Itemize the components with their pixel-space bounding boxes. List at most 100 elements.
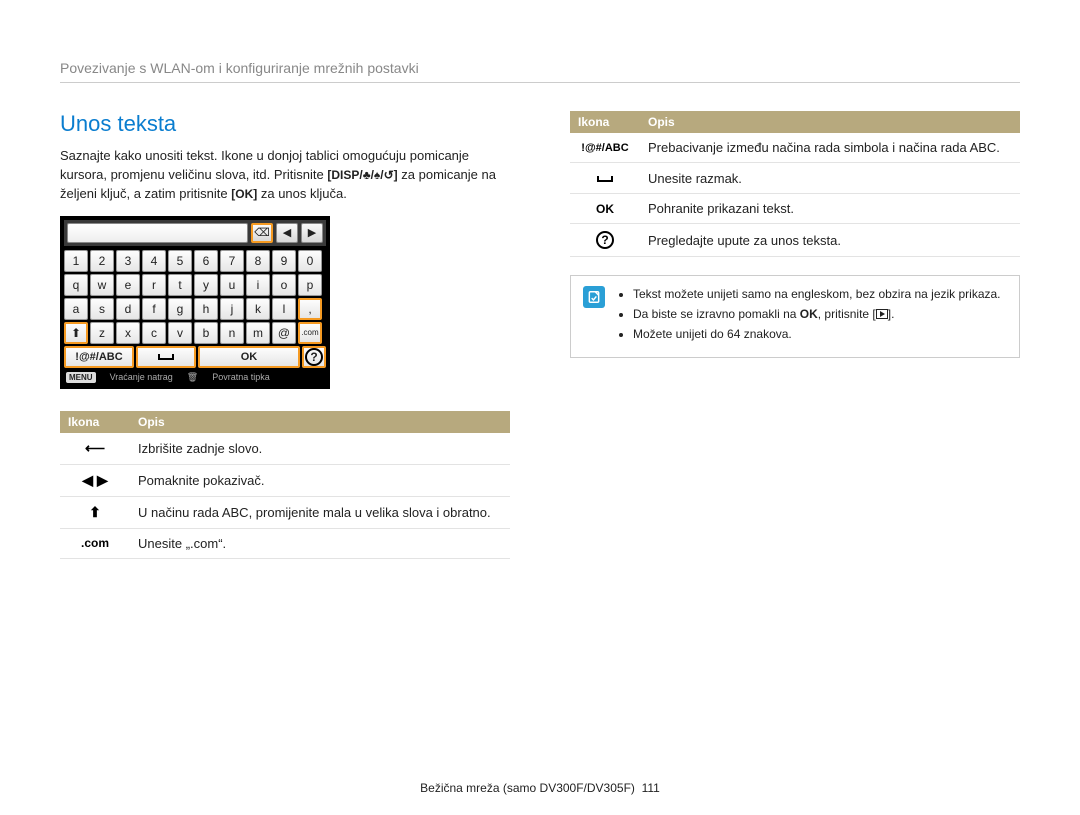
key[interactable]: 1 xyxy=(64,250,88,272)
keyboard-bottom-row: !@#/ABC OK ? xyxy=(64,346,326,368)
key[interactable]: g xyxy=(168,298,192,320)
desc-cell: Pohranite prikazani tekst. xyxy=(640,194,1020,224)
key[interactable]: 4 xyxy=(142,250,166,272)
table-row: ? Pregledajte upute za unos teksta. xyxy=(570,224,1020,257)
shift-arrow-icon: ⬆ xyxy=(60,496,130,528)
trash-icon xyxy=(187,372,198,383)
key[interactable]: q xyxy=(64,274,88,296)
key[interactable]: n xyxy=(220,322,244,344)
table-row: !@#/ABC Prebacivanje između načina rada … xyxy=(570,133,1020,163)
key[interactable]: 7 xyxy=(220,250,244,272)
intro-text: Saznajte kako unositi tekst. Ikone u don… xyxy=(60,147,510,204)
key[interactable]: k xyxy=(246,298,270,320)
note-text: Da biste se izravno pomakli na xyxy=(633,307,800,321)
footer-back-label: Vraćanje natrag xyxy=(110,372,173,382)
space-key[interactable] xyxy=(136,346,196,368)
key[interactable]: d xyxy=(116,298,140,320)
play-icon xyxy=(876,309,888,319)
right-column: Ikona Opis !@#/ABC Prebacivanje između n… xyxy=(570,111,1020,569)
key[interactable]: , xyxy=(298,298,322,320)
ok-key[interactable]: OK xyxy=(198,346,300,368)
key[interactable]: a xyxy=(64,298,88,320)
key[interactable]: e xyxy=(116,274,140,296)
note-icon xyxy=(583,286,605,308)
col-desc-header: Opis xyxy=(640,111,1020,133)
key[interactable]: 9 xyxy=(272,250,296,272)
icon-table-right: Ikona Opis !@#/ABC Prebacivanje između n… xyxy=(570,111,1020,257)
key[interactable]: @ xyxy=(272,322,296,344)
mode-toggle-icon: !@#/ABC xyxy=(570,133,640,163)
page-footer: Bežična mreža (samo DV300F/DV305F) 111 xyxy=(0,781,1080,795)
cursor-left-icon[interactable]: ◀ xyxy=(276,223,298,243)
ok-text-icon: OK xyxy=(570,194,640,224)
key[interactable]: w xyxy=(90,274,114,296)
note-bold: OK xyxy=(800,307,818,321)
key[interactable]: 5 xyxy=(168,250,192,272)
help-circle-icon: ? xyxy=(570,224,640,257)
note-item: Da biste se izravno pomakli na OK, priti… xyxy=(633,306,1001,322)
mode-toggle-key[interactable]: !@#/ABC xyxy=(64,346,134,368)
desc-cell: U načinu rada ABC, promijenite mala u ve… xyxy=(130,496,510,528)
desc-cell: Izbrišite zadnje slovo. xyxy=(130,433,510,465)
key[interactable]: u xyxy=(220,274,244,296)
dotcom-icon: .com xyxy=(60,528,130,558)
key[interactable]: m xyxy=(246,322,270,344)
ok-key-icon: [OK] xyxy=(231,186,257,203)
table-row: ⬆ U načinu rada ABC, promijenite mala u … xyxy=(60,496,510,528)
key[interactable]: p xyxy=(298,274,322,296)
key[interactable]: j xyxy=(220,298,244,320)
desc-cell: Prebacivanje između načina rada simbola … xyxy=(640,133,1020,163)
key[interactable]: r xyxy=(142,274,166,296)
key[interactable]: y xyxy=(194,274,218,296)
left-column: Unos teksta Saznajte kako unositi tekst.… xyxy=(60,111,510,569)
key[interactable]: 2 xyxy=(90,250,114,272)
cursor-right-icon[interactable]: ▶ xyxy=(301,223,323,243)
nav-keys-icon: [DISP/♣/♠/↺] xyxy=(327,167,397,184)
keyboard-row: ⬆ z x c v b n m @ .com xyxy=(64,322,326,344)
space-bar-icon xyxy=(570,163,640,194)
table-row: ⟵ Izbrišite zadnje slovo. xyxy=(60,433,510,465)
help-icon: ? xyxy=(305,348,323,366)
section-title: Unos teksta xyxy=(60,111,510,137)
keyboard-input-row: ⌫ ◀ ▶ xyxy=(64,220,326,246)
note-box: Tekst možete unijeti samo na engleskom, … xyxy=(570,275,1020,358)
backspace-icon[interactable]: ⌫ xyxy=(251,223,273,243)
menu-button-icon: MENU xyxy=(66,372,96,383)
key[interactable]: 0 xyxy=(298,250,322,272)
dotcom-key[interactable]: .com xyxy=(298,322,322,344)
help-icon: ? xyxy=(596,231,614,249)
key[interactable]: 6 xyxy=(194,250,218,272)
icon-table-left: Ikona Opis ⟵ Izbrišite zadnje slovo. ◀ ▶… xyxy=(60,411,510,559)
shift-key[interactable]: ⬆ xyxy=(64,322,88,344)
table-row: .com Unesite „.com“. xyxy=(60,528,510,558)
desc-cell: Unesite „.com“. xyxy=(130,528,510,558)
key[interactable]: b xyxy=(194,322,218,344)
text-field[interactable] xyxy=(67,223,248,243)
key[interactable]: o xyxy=(272,274,296,296)
key[interactable]: t xyxy=(168,274,192,296)
key[interactable]: 3 xyxy=(116,250,140,272)
key[interactable]: s xyxy=(90,298,114,320)
breadcrumb: Povezivanje s WLAN-om i konfiguriranje m… xyxy=(60,60,1020,83)
footer-return-label: Povratna tipka xyxy=(212,372,270,382)
key[interactable]: x xyxy=(116,322,140,344)
key[interactable]: h xyxy=(194,298,218,320)
onscreen-keyboard: ⌫ ◀ ▶ 1 2 3 4 5 6 7 8 9 0 q xyxy=(60,216,330,389)
key[interactable]: c xyxy=(142,322,166,344)
key[interactable]: z xyxy=(90,322,114,344)
cursor-arrows-icon: ◀ ▶ xyxy=(60,464,130,496)
space-icon xyxy=(597,176,613,182)
table-row: Unesite razmak. xyxy=(570,163,1020,194)
key[interactable]: 8 xyxy=(246,250,270,272)
footer-text: Bežična mreža (samo DV300F/DV305F) xyxy=(420,781,635,795)
desc-cell: Pregledajte upute za unos teksta. xyxy=(640,224,1020,257)
keyboard-row: 1 2 3 4 5 6 7 8 9 0 xyxy=(64,250,326,272)
key[interactable]: v xyxy=(168,322,192,344)
help-key[interactable]: ? xyxy=(302,346,326,368)
note-text: ]. xyxy=(888,307,895,321)
desc-cell: Unesite razmak. xyxy=(640,163,1020,194)
key[interactable]: i xyxy=(246,274,270,296)
key[interactable]: f xyxy=(142,298,166,320)
key[interactable]: l xyxy=(272,298,296,320)
note-text: , pritisnite [ xyxy=(818,307,876,321)
